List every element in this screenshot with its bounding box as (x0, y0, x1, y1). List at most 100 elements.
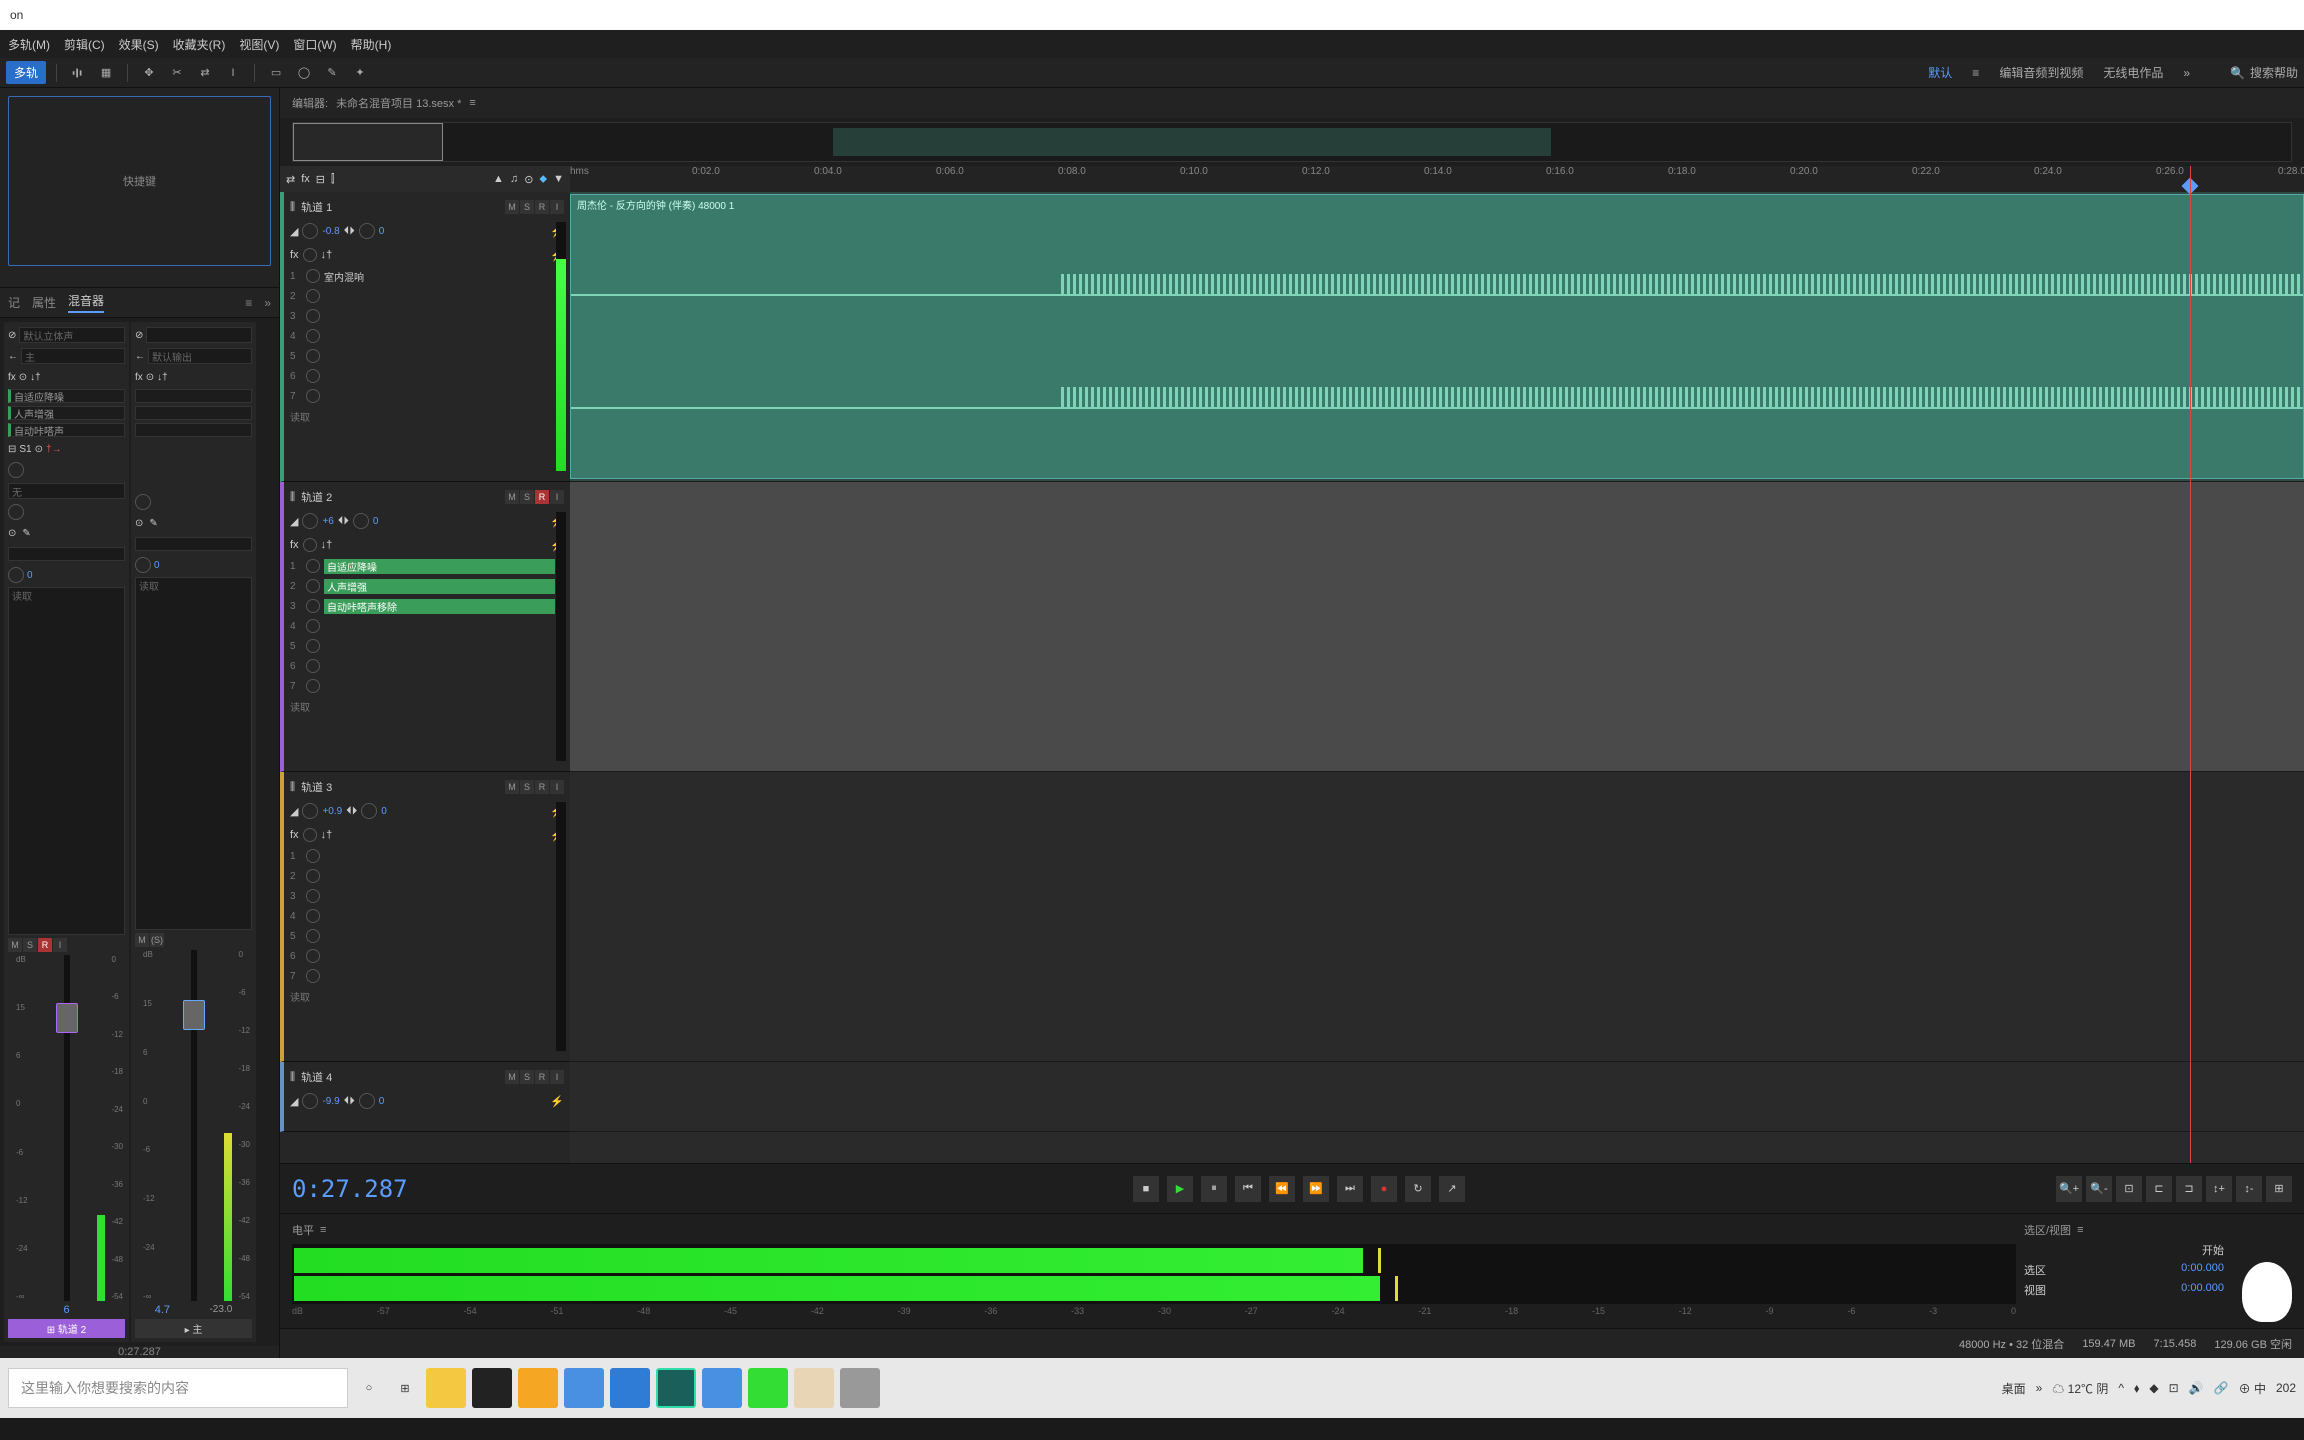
go-start-button[interactable]: ⏮ (1235, 1176, 1261, 1202)
fx-power-icon[interactable] (306, 369, 320, 383)
marquee-icon[interactable]: ▭ (265, 62, 287, 84)
go-end-button[interactable]: ⏭ (1337, 1176, 1363, 1202)
fx-name[interactable]: 室内混响 (324, 269, 555, 284)
eq-icon[interactable]: ⊙ (8, 528, 16, 539)
channel-name[interactable]: ⊞ 轨道 2 (8, 1319, 125, 1338)
th-icon-8[interactable]: ⬥ (539, 173, 547, 186)
fx-slot-2[interactable]: 人声增强 (8, 406, 125, 420)
fx-pre-icon[interactable]: ↓† (30, 372, 41, 383)
tray-icon-1[interactable]: ⬧ (2134, 1381, 2139, 1396)
output-icon[interactable]: ← (8, 351, 18, 362)
track-handle-icon[interactable]: ⫼ (290, 781, 295, 794)
fx-power-icon[interactable] (306, 849, 320, 863)
fx-power-icon[interactable] (306, 599, 320, 613)
timeline[interactable]: hms0:02.00:04.00:06.00:08.00:10.00:12.00… (570, 166, 2304, 1163)
mute-button[interactable]: M (8, 938, 22, 952)
read-mode[interactable]: 读取 (8, 587, 125, 935)
send-knob[interactable] (8, 462, 24, 478)
workspace-audio-video[interactable]: 编辑音频到视频 (1999, 64, 2083, 81)
fx-power-icon[interactable] (306, 619, 320, 633)
fx-power-icon[interactable] (306, 659, 320, 673)
app-icon-2[interactable] (564, 1368, 604, 1408)
fader-track[interactable] (64, 955, 70, 1301)
tab-properties[interactable]: 属性 (32, 294, 56, 311)
vol-knob[interactable] (302, 513, 318, 529)
send-power-icon[interactable]: ⊙ (35, 444, 43, 455)
move-tool-icon[interactable]: ✥ (138, 62, 160, 84)
fx-power-icon[interactable]: ⊙ (146, 372, 154, 383)
record-arm-button[interactable]: R (535, 780, 549, 794)
workspace-radio[interactable]: 无线电作品 (2103, 64, 2163, 81)
tab-mixer[interactable]: 混音器 (68, 292, 104, 313)
wechat-icon[interactable] (748, 1368, 788, 1408)
forward-button[interactable]: ⏩ (1303, 1176, 1329, 1202)
pan-knob[interactable] (135, 494, 151, 510)
fx-power-icon[interactable] (306, 579, 320, 593)
fx-power-icon[interactable] (306, 349, 320, 363)
output-select[interactable]: 默认输出 (148, 348, 252, 364)
zoom-out-icon[interactable]: 🔍- (2086, 1176, 2112, 1202)
fx-name[interactable]: 自动咔嗒声移除 (324, 599, 555, 614)
ime-icon[interactable]: ⊕ 中 (2239, 1380, 2266, 1397)
fx-pre-icon[interactable]: ↓† (321, 249, 333, 261)
pan-value[interactable]: 0 (379, 226, 385, 237)
weather-icon[interactable]: ☁ 12℃ 阴 (2052, 1380, 2108, 1397)
overview[interactable] (292, 122, 2292, 162)
pan-knob[interactable] (8, 504, 24, 520)
pan-knob[interactable] (361, 803, 377, 819)
panel-menu-icon[interactable]: ≡ (245, 296, 252, 310)
input-select[interactable]: 默认立体声 (19, 327, 125, 343)
solo-button[interactable]: S (520, 1070, 534, 1084)
eq-display[interactable] (8, 547, 125, 561)
steam-icon[interactable] (472, 1368, 512, 1408)
fx-pre-icon[interactable]: ↓† (157, 372, 168, 383)
fx-power-icon[interactable] (306, 949, 320, 963)
track-lane-2[interactable] (570, 482, 2304, 772)
pan-knob[interactable] (359, 1093, 375, 1109)
fx-power-icon[interactable] (306, 389, 320, 403)
th-icon-9[interactable]: ▼ (553, 173, 564, 185)
fader-handle[interactable] (56, 1003, 78, 1033)
eq-edit-icon[interactable]: ✎ (22, 528, 30, 539)
pan-knob-2[interactable] (135, 557, 151, 573)
mute-button[interactable]: M (135, 933, 149, 947)
fx-power-icon[interactable] (306, 639, 320, 653)
workspace-menu-icon[interactable]: ≡ (1972, 66, 1979, 80)
input-icon[interactable]: ⊘ (135, 330, 143, 341)
record-arm-button[interactable]: R (535, 200, 549, 214)
solo-button[interactable]: (S) (150, 933, 164, 947)
fx-power-icon[interactable] (306, 929, 320, 943)
track-handle-icon[interactable]: ⫼ (290, 201, 295, 214)
sel-menu-icon[interactable]: ≡ (2077, 1224, 2083, 1236)
desktop-label[interactable]: 桌面 (2002, 1380, 2026, 1397)
razor-tool-icon[interactable]: ✂ (166, 62, 188, 84)
record-arm-button[interactable]: R (38, 938, 52, 952)
editor-filename[interactable]: 未命名混音项目 13.sesx * (336, 95, 461, 111)
track-name[interactable]: 轨道 2 (301, 489, 499, 505)
tray-up-icon[interactable]: ^ (2118, 1381, 2124, 1395)
tab-history[interactable]: 记 (8, 294, 20, 311)
fx-power-icon[interactable] (303, 828, 317, 842)
link-icon[interactable]: 🔗 (2214, 1381, 2229, 1395)
fx-slot-3[interactable] (135, 423, 252, 437)
solo-button[interactable]: S (520, 200, 534, 214)
pan-knob[interactable] (353, 513, 369, 529)
fx-slot-1[interactable]: 自适应降噪 (8, 389, 125, 403)
taskview-icon[interactable]: ⊞ (390, 1382, 420, 1395)
solo-button[interactable]: S (520, 780, 534, 794)
skip-button[interactable]: ↗ (1439, 1176, 1465, 1202)
monitor-button[interactable]: I (550, 780, 564, 794)
solo-button[interactable]: S (520, 490, 534, 504)
zoom-all-icon[interactable]: ⊐ (2176, 1176, 2202, 1202)
tray-expand-icon[interactable]: » (2036, 1381, 2043, 1395)
menu-effects[interactable]: 效果(S) (119, 36, 159, 53)
monitor-button[interactable]: I (550, 1070, 564, 1084)
waveform-icon[interactable] (67, 62, 89, 84)
play-button[interactable]: ▶ (1167, 1176, 1193, 1202)
fx-name[interactable]: 人声增强 (324, 579, 555, 594)
output-select[interactable]: 主 (21, 348, 125, 364)
fx-slot-2[interactable] (135, 406, 252, 420)
audition-icon[interactable] (656, 1368, 696, 1408)
track-handle-icon[interactable]: ⫼ (290, 1071, 295, 1084)
send-target[interactable]: 无 (8, 483, 125, 499)
